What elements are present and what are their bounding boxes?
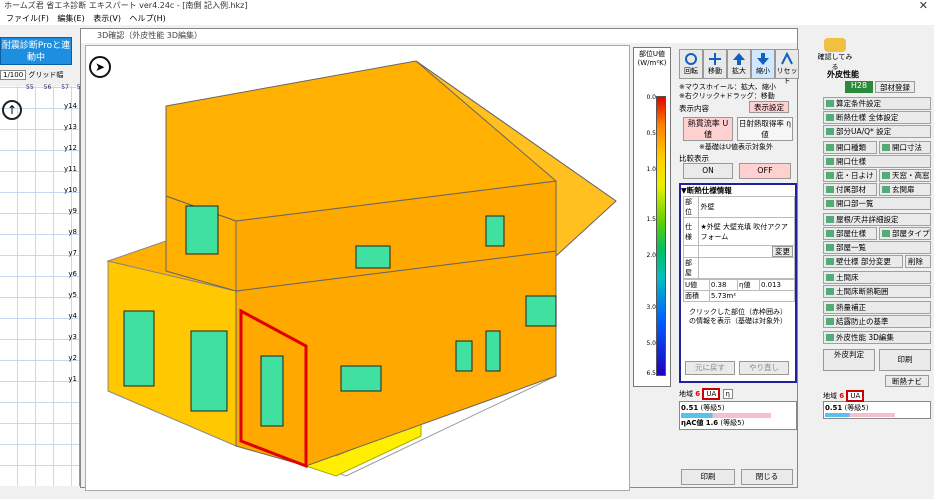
room-list-button[interactable]: 部屋一覧 bbox=[823, 241, 931, 254]
insulation-info-panel: ▼断熱仕様情報 部位 外壁 仕様 ★外壁 大壁充填 吹付アクアフォーム 変更 部屋 … bbox=[679, 183, 797, 383]
eaves-button[interactable]: 庇・日よけ bbox=[823, 169, 877, 182]
menu-bar: ファイル(F) 編集(E) 表示(V) ヘルプ(H) bbox=[0, 12, 934, 25]
colorbar-tick: 1.5 bbox=[646, 216, 656, 223]
3d-dialog: 3D確認（外皮性能 3D編集） ➤ 部位U値 (W/m²K) 0.0 0.5 1.… bbox=[80, 28, 799, 491]
undo-button[interactable]: 元に戻す bbox=[685, 361, 735, 375]
right-main-panel: 外皮性能 H28 部材登録 算定条件設定 断熱仕様 全体設定 部分UA/Q* 設… bbox=[823, 65, 933, 435]
eta-mode-button[interactable]: 日射熱取得率 η値 bbox=[737, 117, 793, 141]
3d-edit-button[interactable]: 外皮性能 3D編集 bbox=[823, 331, 931, 344]
info-message: クリックした部位（赤枠囲み）の情報を表示（基礎は対象外） bbox=[689, 308, 787, 325]
menu-edit[interactable]: 編集(E) bbox=[57, 14, 84, 23]
condensation-button[interactable]: 結露防止の基準 bbox=[823, 315, 931, 328]
envelope-header: 外皮性能 bbox=[827, 70, 859, 79]
colorbar-tick: 0.5 bbox=[646, 130, 656, 137]
display-settings-button[interactable]: 表示設定 bbox=[749, 101, 789, 113]
move-icon bbox=[709, 53, 721, 65]
parts-register-button[interactable]: 部材登録 bbox=[875, 81, 915, 93]
wall-partial-button[interactable]: 壁仕様 部分変更 bbox=[823, 255, 903, 268]
h28-badge[interactable]: H28 bbox=[845, 81, 873, 93]
compass-arrow-icon: ➤ bbox=[89, 56, 111, 78]
menu-help[interactable]: ヘルプ(H) bbox=[130, 14, 166, 23]
close-button[interactable]: 閉じる bbox=[741, 469, 793, 485]
room-type-button[interactable]: 部屋タイプ bbox=[879, 227, 931, 240]
envelope-check-button[interactable]: 外皮判定 bbox=[823, 349, 875, 371]
zoom-out-icon bbox=[757, 53, 769, 65]
3d-viewport[interactable]: ➤ bbox=[85, 45, 630, 491]
colorbar-tick: 3.0 bbox=[646, 304, 656, 311]
heat-correction-button[interactable]: 熱量補正 bbox=[823, 301, 931, 314]
roof-detail-button[interactable]: 屋根/天井詳細設定 bbox=[823, 213, 931, 226]
opening-spec-button[interactable]: 開口仕様 bbox=[823, 155, 931, 168]
display-label: 表示内容 bbox=[679, 104, 709, 113]
print-button[interactable]: 印刷 bbox=[681, 469, 735, 485]
value-table: U値 0.38 η値 0.013 面積 5.73m² bbox=[683, 279, 796, 302]
control-panel: 回転 移動 拡大 縮小 リセット ※マウスホイール：拡大、縮小 ※右クリック+ドラ… bbox=[679, 45, 799, 485]
colorbar-title: 部位U値 (W/m²K) bbox=[637, 50, 667, 67]
hint-text: ※マウスホイール：拡大、縮小 ※右クリック+ドラッグ：移動 bbox=[679, 83, 776, 100]
earth-floor-button[interactable]: 土間床 bbox=[823, 271, 931, 284]
skylight-button[interactable]: 天窓・高窓 bbox=[879, 169, 931, 182]
foundation-note: ※基礎はU値表示対象外 bbox=[699, 143, 773, 151]
redo-button[interactable]: やり直し bbox=[739, 361, 789, 375]
move-button[interactable]: 移動 bbox=[703, 49, 727, 79]
zoom-out-button[interactable]: 縮小 bbox=[751, 49, 775, 79]
eta-tab[interactable]: η bbox=[722, 389, 733, 399]
colorbar-tick: 6.5 bbox=[646, 370, 656, 377]
calc-conditions-button[interactable]: 算定条件設定 bbox=[823, 97, 931, 110]
info-table: 部位 外壁 仕様 ★外壁 大壁充填 吹付アクアフォーム 変更 部屋 bbox=[682, 196, 795, 279]
grid-label: グリッド幅 bbox=[28, 71, 64, 79]
dialog-title: 3D確認（外皮性能 3D編集） bbox=[81, 29, 797, 43]
close-icon[interactable]: ✕ bbox=[919, 0, 928, 12]
scale-row: 1/100 グリッド幅 bbox=[0, 70, 80, 84]
colorbar-tick: 1.0 bbox=[646, 166, 656, 173]
partial-ua-button[interactable]: 部分UA/Q* 設定 bbox=[823, 125, 931, 138]
main-print-button[interactable]: 印刷 bbox=[879, 349, 931, 371]
info-header: ▼断熱仕様情報 bbox=[681, 186, 732, 195]
zoom-in-button[interactable]: 拡大 bbox=[727, 49, 751, 79]
reset-button[interactable]: リセット bbox=[775, 49, 799, 85]
opening-type-button[interactable]: 開口種類 bbox=[823, 141, 877, 154]
evaluation-panel: 地域 6 UA η 0.51 (等級5) ηAC値 1.6 (等級5) bbox=[679, 388, 797, 465]
check-mascot-button[interactable]: 確認してみる bbox=[815, 38, 855, 71]
main-eval: 地域 6 UA 0.51 (等級5) bbox=[823, 390, 931, 435]
reset-icon bbox=[781, 52, 793, 65]
colorbar-tick: 0.0 bbox=[646, 94, 656, 101]
insulation-navi-button[interactable]: 断熱ナビ bbox=[885, 375, 929, 387]
u-value-mode-button[interactable]: 熱貫流率 U値 bbox=[683, 117, 733, 141]
attachment-button[interactable]: 付属部材 bbox=[823, 183, 877, 196]
delete-button[interactable]: 削除 bbox=[905, 255, 931, 268]
rotate-button[interactable]: 回転 bbox=[679, 49, 703, 79]
change-button[interactable]: 変更 bbox=[772, 246, 793, 257]
menu-view[interactable]: 表示(V) bbox=[93, 14, 121, 23]
view-toolbar: 回転 移動 拡大 縮小 リセット bbox=[679, 49, 799, 85]
room-spec-button[interactable]: 部屋仕様 bbox=[823, 227, 877, 240]
colorbar-tick: 5.0 bbox=[646, 340, 656, 347]
compare-on-button[interactable]: ON bbox=[683, 163, 733, 179]
window-title: ホームズ君 省エネ診断 エキスパート ver4.24c - [南側 記入例.hk… bbox=[0, 0, 934, 12]
zoom-in-icon bbox=[733, 53, 745, 65]
menu-file[interactable]: ファイル(F) bbox=[6, 14, 49, 23]
compass-icon: ↑ bbox=[2, 100, 22, 120]
rotate-icon bbox=[685, 53, 697, 65]
colorbar: 部位U値 (W/m²K) 0.0 0.5 1.0 1.5 2.0 3.0 5.0 … bbox=[633, 47, 671, 387]
scale-select[interactable]: 1/100 bbox=[0, 70, 27, 80]
ruler-top: 55565758 bbox=[26, 84, 85, 91]
colorbar-tick: 2.0 bbox=[646, 252, 656, 259]
opening-list-button[interactable]: 開口部一覧 bbox=[823, 197, 931, 210]
sync-button[interactable]: 耐震診断Proと連動中 bbox=[0, 37, 72, 65]
earth-floor-range-button[interactable]: 土間床断熱範囲 bbox=[823, 285, 931, 298]
compare-off-button[interactable]: OFF bbox=[739, 163, 791, 179]
plan-canvas[interactable]: ↑ y14 y13 y12 y11 y10 y9 y8 y7 y6 y5 y4 y3 y2 y1 bbox=[0, 86, 80, 486]
insulation-global-button[interactable]: 断熱仕様 全体設定 bbox=[823, 111, 931, 124]
entrance-door-button[interactable]: 玄関扉 bbox=[879, 183, 931, 196]
house-model[interactable] bbox=[86, 46, 630, 491]
ua-tab[interactable]: UA bbox=[702, 388, 721, 400]
colorbar-gradient bbox=[656, 96, 666, 376]
opening-size-button[interactable]: 開口寸法 bbox=[879, 141, 931, 154]
